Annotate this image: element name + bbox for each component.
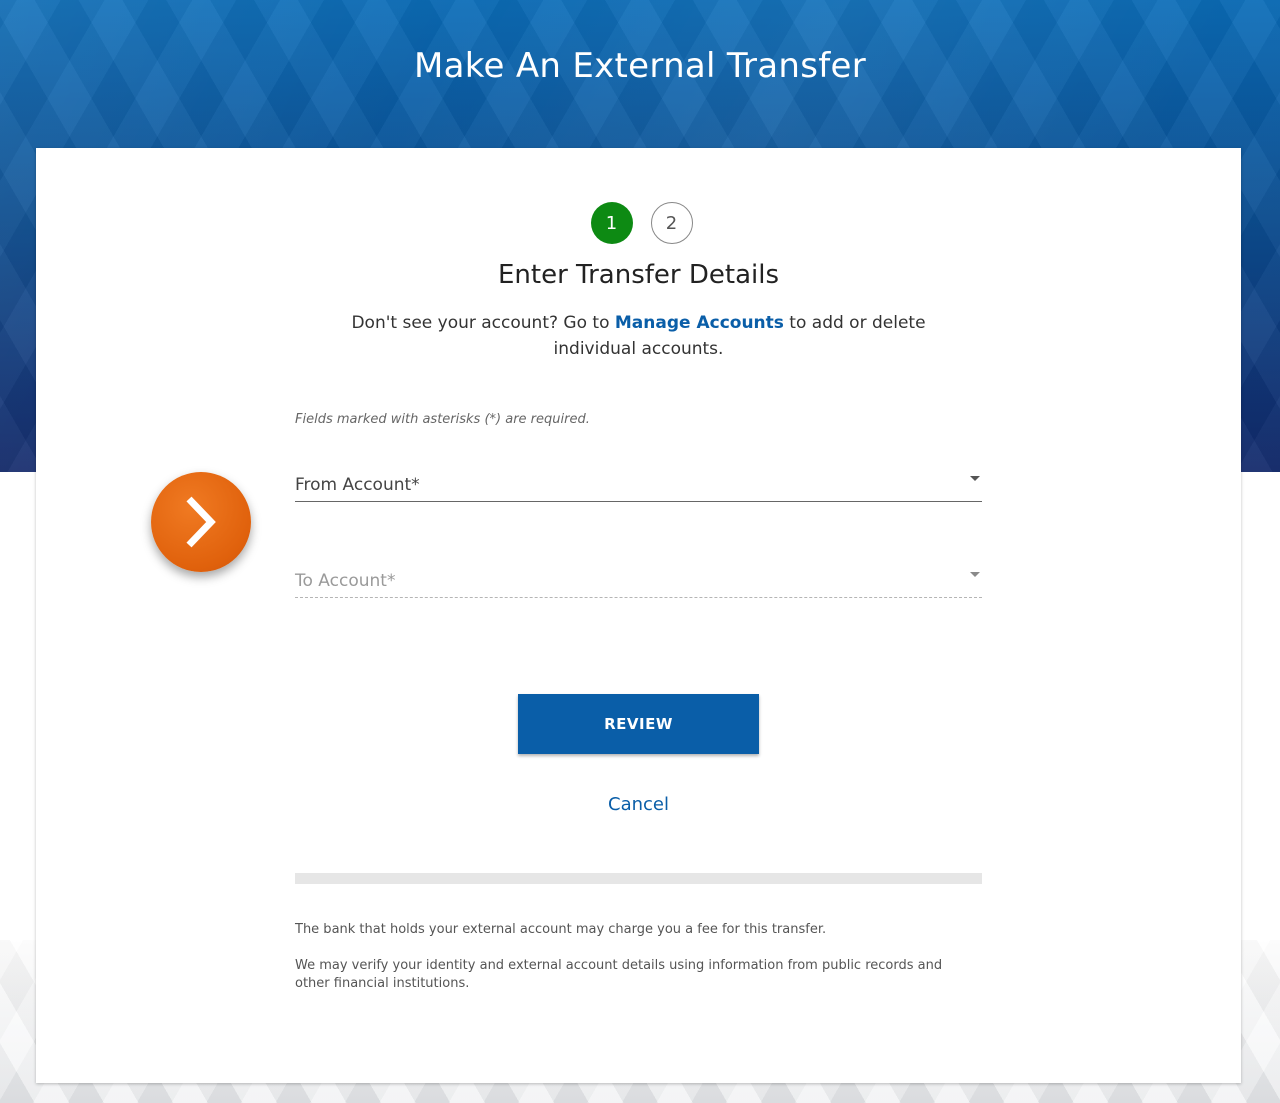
section-title: Enter Transfer Details	[498, 260, 779, 290]
step-2-indicator: 2	[650, 202, 693, 244]
from-account-select[interactable]: From Account*	[295, 466, 982, 502]
required-fields-note: Fields marked with asterisks (*) are req…	[295, 412, 590, 427]
caret-down-icon	[970, 572, 980, 577]
fee-disclaimer: The bank that holds your external accoun…	[295, 922, 827, 937]
stepper: 1 2	[39, 202, 1244, 244]
manage-accounts-link[interactable]: Manage Accounts	[615, 313, 784, 333]
divider	[295, 873, 982, 884]
to-account-label: To Account*	[295, 571, 396, 591]
caret-down-icon	[970, 476, 980, 481]
cancel-link-text[interactable]: Cancel	[608, 794, 669, 815]
step-1-indicator: 1	[590, 202, 633, 244]
verification-disclaimer: We may verify your identity and external…	[295, 958, 943, 991]
transfer-card: 1 2 Enter Transfer Details Don't see you…	[36, 148, 1241, 1083]
next-step-badge[interactable]	[151, 472, 251, 572]
review-button[interactable]: REVIEW	[518, 694, 759, 754]
cancel-link: Cancel	[36, 794, 1241, 815]
chevron-right-icon	[186, 496, 216, 548]
to-account-select[interactable]: To Account*	[295, 562, 982, 598]
intro-text-before: Don't see your account? Go to	[351, 313, 615, 333]
from-account-label: From Account*	[295, 475, 420, 495]
page-title: Make An External Transfer	[413, 46, 867, 86]
intro-text: Don't see your account? Go to Manage Acc…	[326, 310, 951, 362]
